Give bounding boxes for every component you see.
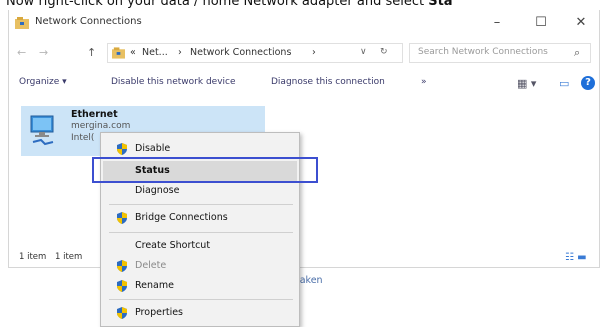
network-folder-icon [112,47,125,59]
preview-pane-icon[interactable]: ▭ [559,77,569,90]
back-arrow-icon[interactable]: ← [17,46,26,59]
shield-icon [117,212,127,224]
selected-count: 1 item [55,252,83,262]
shield-icon [117,307,127,319]
shield-icon [117,260,127,272]
highlight-annotation-box [92,157,318,183]
breadcrumb-network[interactable]: Net... [142,47,168,58]
command-bar: Organize ▾ Disable this network device D… [9,74,599,96]
adapter-name: Ethernet [71,109,118,120]
network-folder-icon [15,17,29,29]
network-adapter-icon [30,115,54,146]
disable-device-button[interactable]: Disable this network device [111,77,236,87]
view-mode-icon[interactable]: ☷ ▬ [565,252,587,263]
menu-item-bridge-connections[interactable]: Bridge Connections [103,208,297,228]
maximize-button[interactable]: ☐ [529,13,553,33]
caption-text: Now right-click on your data / home Netw… [6,0,429,9]
caption-highlight: Sta [428,0,453,9]
breadcrumb-separator[interactable]: › [178,47,182,58]
menu-separator [109,299,293,300]
change-view-icon[interactable]: ▦ ▾ [517,77,536,90]
search-placeholder: Search Network Connections [418,47,548,57]
close-button[interactable]: ✕ [569,13,593,33]
forward-arrow-icon[interactable]: → [39,46,48,59]
menu-label: Disable [135,143,171,154]
address-bar: ← → ↑ « Net... › Network Connections › ∨… [9,40,599,66]
window-title: Network Connections [35,16,142,27]
adapter-device: Intel( [71,133,95,143]
tutorial-caption: Now right-click on your data / home Netw… [6,0,453,9]
refresh-icon[interactable]: ↻ [380,47,388,57]
menu-label: Bridge Connections [135,212,228,223]
diagnose-connection-button[interactable]: Diagnose this connection [271,77,385,87]
menu-label: Create Shortcut [135,240,211,251]
more-commands-button[interactable]: » [421,77,427,87]
title-bar: Network Connections – ☐ ✕ [9,10,599,38]
adapter-network: mergina.com [71,121,131,131]
menu-separator [109,232,293,233]
menu-label: Delete [135,260,167,271]
breadcrumb-separator-end[interactable]: › [312,47,316,58]
chevron-down-icon[interactable]: ∨ [360,47,367,57]
minimize-button[interactable]: – [485,13,509,33]
address-field[interactable]: « Net... › Network Connections › ∨ ↻ [107,43,403,63]
menu-item-diagnose[interactable]: Diagnose [103,181,297,201]
menu-separator [109,204,293,205]
organize-button[interactable]: Organize ▾ [19,77,67,87]
menu-label: Properties [135,307,184,318]
menu-item-properties[interactable]: Properties [103,303,297,323]
menu-item-create-shortcut[interactable]: Create Shortcut [103,236,297,256]
help-icon[interactable]: ? [581,76,595,90]
menu-item-disable[interactable]: Disable [103,139,297,159]
menu-item-rename[interactable]: Rename [103,276,297,296]
item-count: 1 item [19,252,47,262]
shield-icon [117,280,127,292]
menu-label: Diagnose [135,185,180,196]
menu-label: Rename [135,280,174,291]
breadcrumb-network-connections[interactable]: Network Connections [190,47,291,58]
search-input[interactable]: Search Network Connections ⌕ [409,43,591,63]
search-icon[interactable]: ⌕ [574,46,580,60]
status-bar: 1 item 1 item ☷ ▬ [9,248,599,268]
breadcrumb-overflow[interactable]: « [130,47,136,58]
explorer-window: Network Connections – ☐ ✕ ← → ↑ « Net...… [8,10,600,268]
menu-item-delete[interactable]: Delete [103,256,297,276]
up-arrow-icon[interactable]: ↑ [87,46,96,59]
shield-icon [117,143,127,155]
